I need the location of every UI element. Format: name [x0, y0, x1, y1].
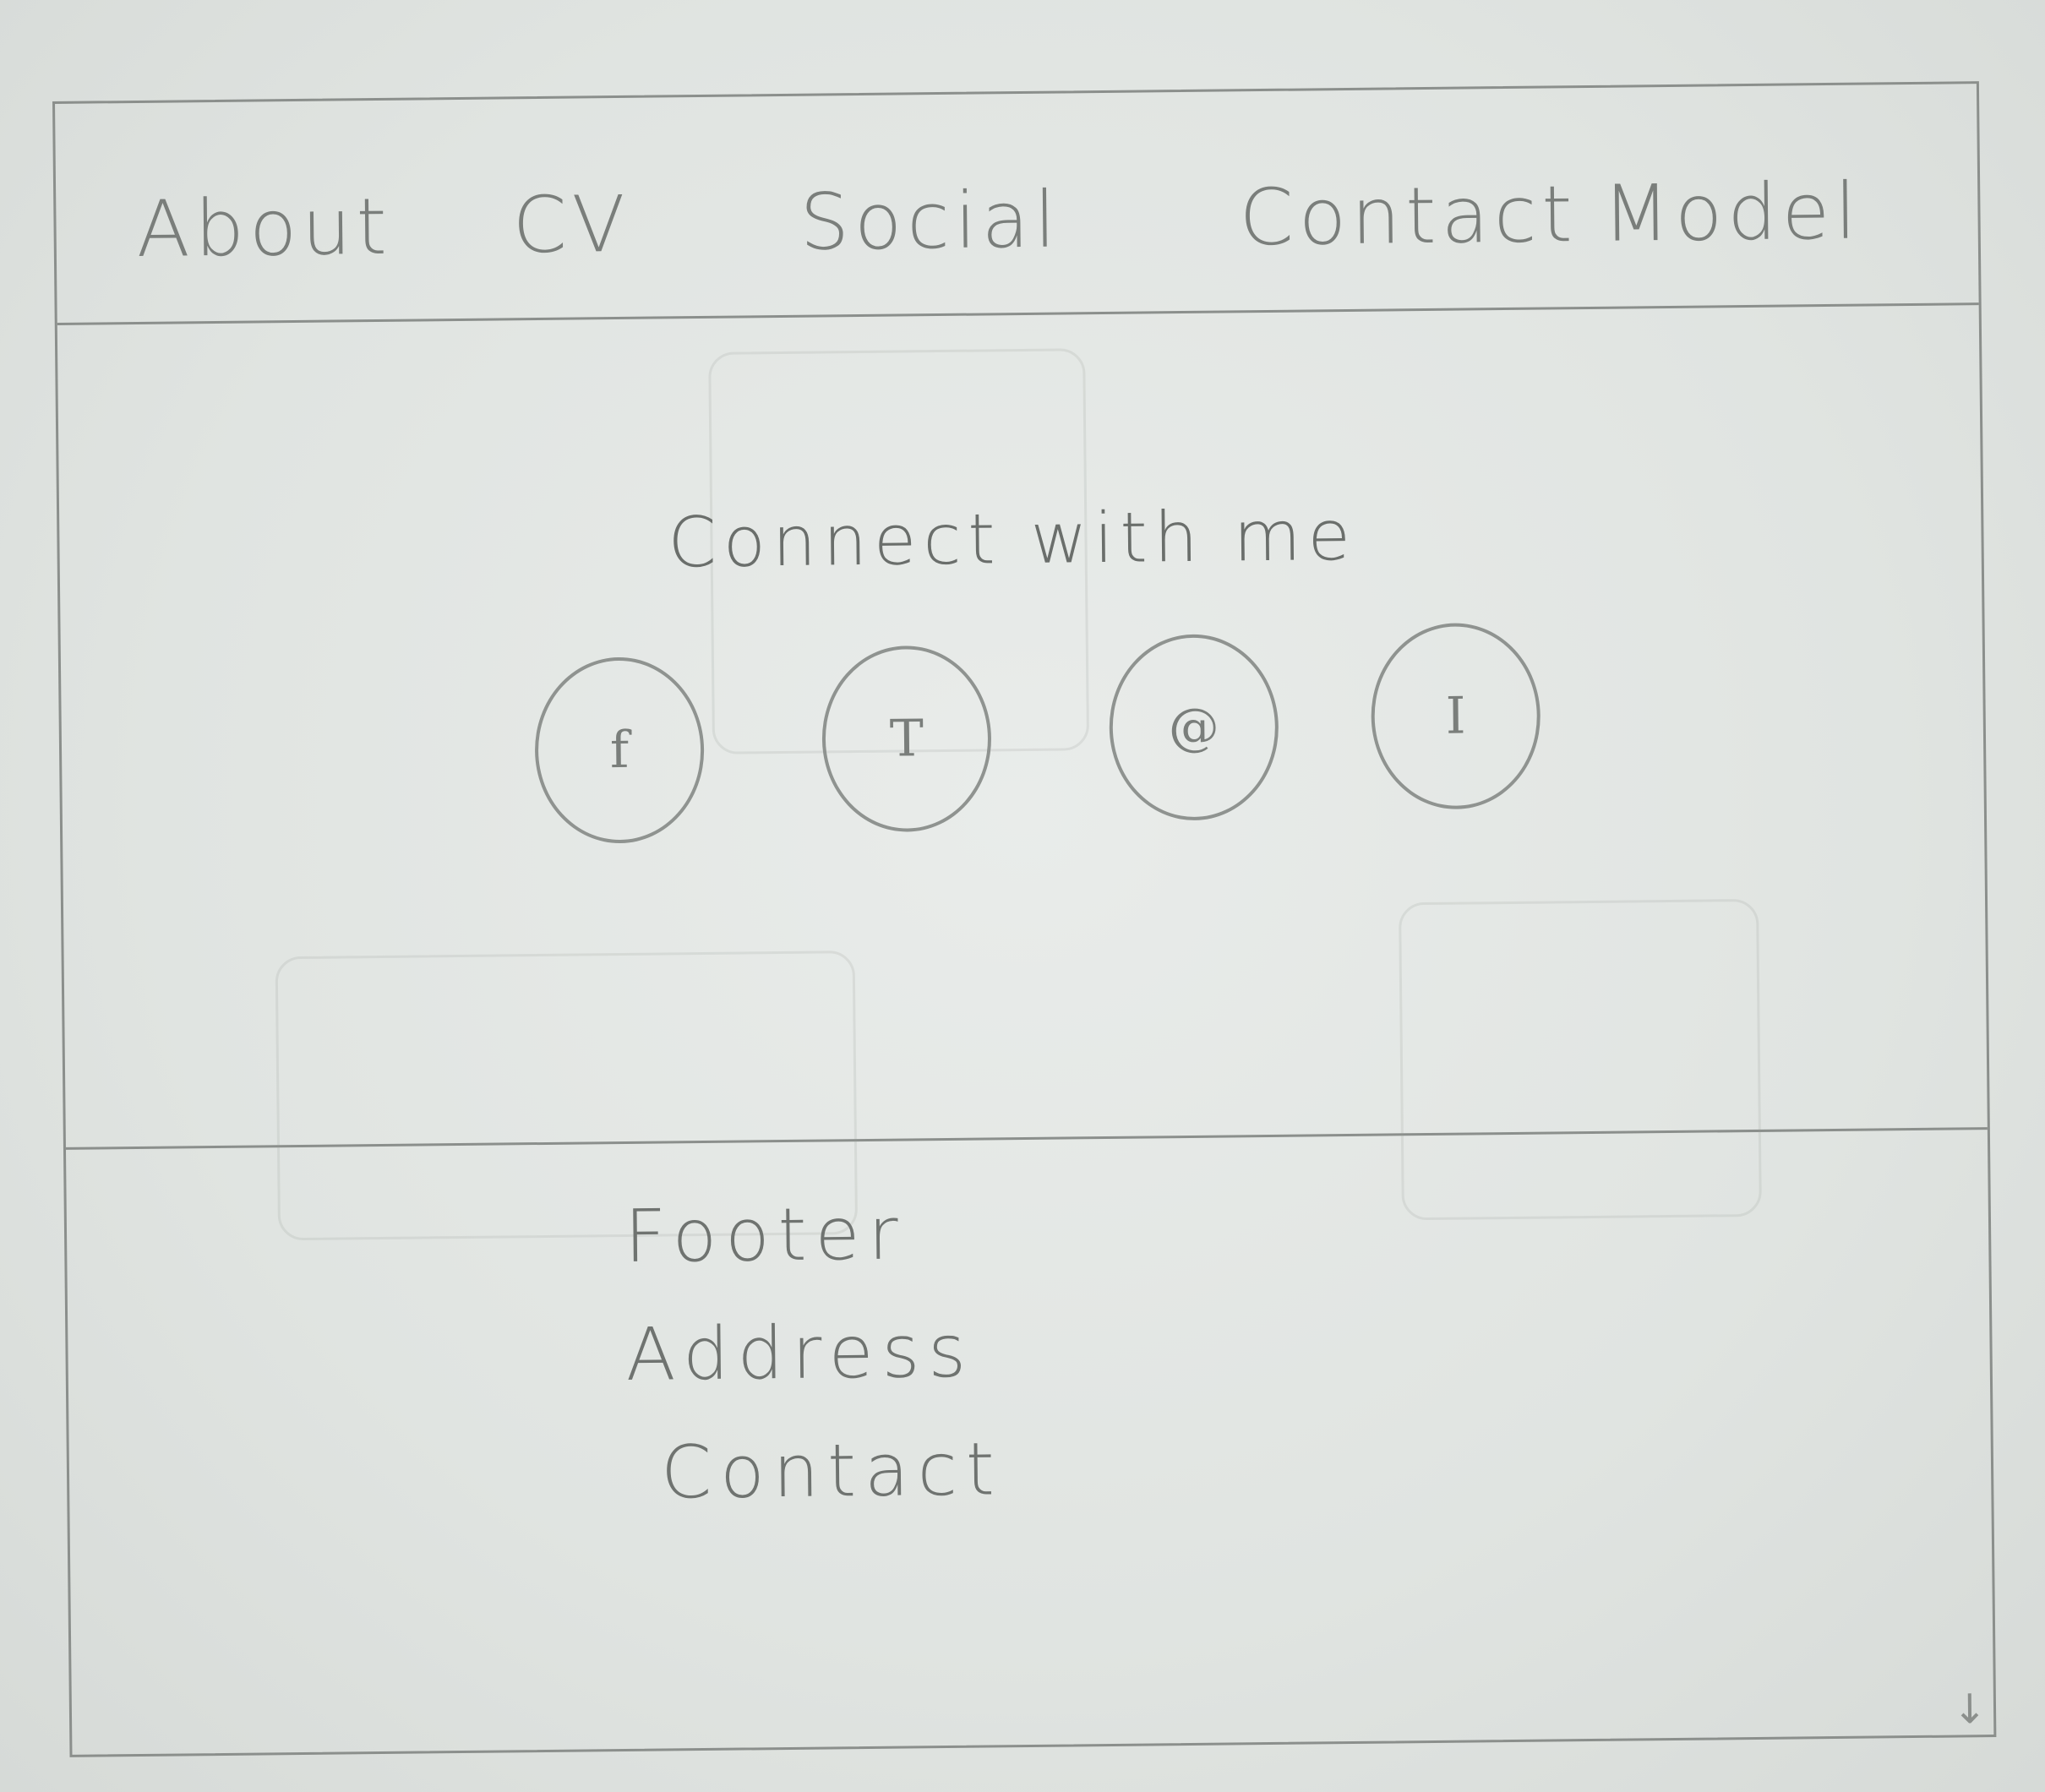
- social-links: f T @ I: [533, 622, 1551, 853]
- nav-item-about[interactable]: About: [136, 182, 392, 275]
- instagram-button[interactable]: I: [1370, 622, 1541, 810]
- nav-item-social[interactable]: Social: [799, 175, 1061, 268]
- connect-section: Connect with me f T @ I: [57, 305, 1988, 1241]
- email-icon: @: [1168, 697, 1220, 758]
- footer-address[interactable]: Address: [625, 1310, 975, 1397]
- nav-item-contact[interactable]: Contact: [1239, 169, 1578, 263]
- email-button[interactable]: @: [1108, 633, 1279, 821]
- instagram-icon: I: [1445, 686, 1466, 746]
- top-nav: About CV Social Contact Model: [55, 84, 1979, 325]
- nav-item-model[interactable]: Model: [1602, 166, 1862, 259]
- page-frame: About CV Social Contact Model Connect wi…: [52, 81, 1997, 1757]
- footer-title: Footer: [624, 1191, 908, 1279]
- facebook-button[interactable]: f: [533, 656, 706, 845]
- facebook-icon: f: [609, 720, 630, 781]
- footer-contact[interactable]: Contact: [661, 1427, 1004, 1515]
- sketch-paper: About CV Social Contact Model Connect wi…: [0, 0, 2045, 1792]
- twitter-button[interactable]: T: [821, 645, 993, 833]
- connect-heading: Connect with me: [668, 495, 1358, 584]
- scroll-down-arrow-icon: ↓: [1952, 1686, 1988, 1734]
- nav-item-cv[interactable]: CV: [512, 179, 630, 270]
- footer: Footer Address Contact ↓: [66, 1130, 1993, 1755]
- twitter-icon: T: [889, 709, 924, 769]
